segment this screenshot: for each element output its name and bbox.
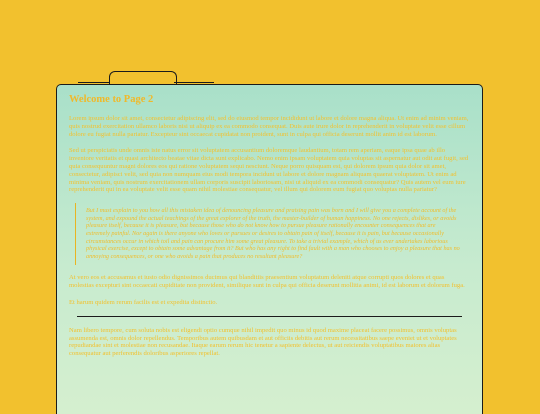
- body-paragraph-1: Lorem ipsum dolor sit amet, consectetur …: [69, 115, 469, 138]
- page-content: Welcome to Page 2 Lorem ipsum dolor sit …: [57, 85, 482, 358]
- body-paragraph-3: At vero eos et accusamus et iusto odio d…: [69, 274, 465, 290]
- window-top-edge-left: [78, 82, 110, 83]
- closing-paragraph: Nam libero tempore, cum soluta nobis est…: [69, 326, 457, 358]
- horizontal-divider: [77, 315, 462, 317]
- content-window: Welcome to Page 2 Lorem ipsum dolor sit …: [56, 84, 483, 414]
- body-paragraph-2: Sed ut perspiciatis unde omnis iste natu…: [69, 147, 469, 194]
- page-title: Welcome to Page 2: [69, 94, 154, 105]
- body-paragraph-4: Et harum quidem rerum facilis est et exp…: [69, 298, 218, 306]
- window-top-edge-right: [174, 82, 214, 83]
- block-quote: But I must explain to you how all this m…: [75, 203, 470, 266]
